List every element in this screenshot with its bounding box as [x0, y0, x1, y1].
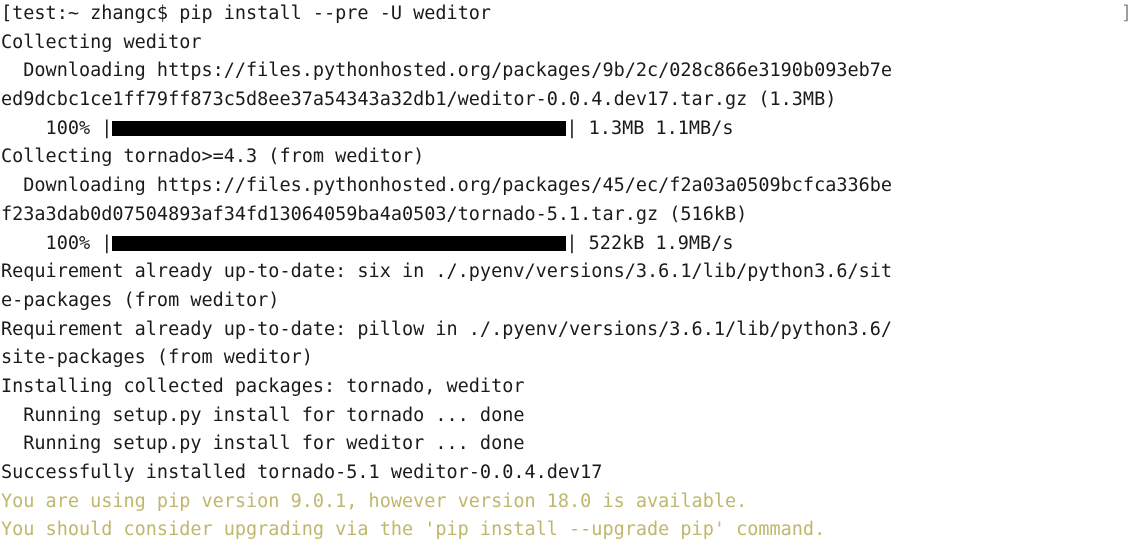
progress-bar-tornado: 100% | | 522kB 1.9MB/s — [1, 230, 1134, 259]
progress-close-tornado: | — [566, 232, 578, 254]
progress-stats-weditor: 1.3MB 1.1MB/s — [577, 117, 734, 139]
terminal-line-requirement-six-2: e-packages (from weditor) — [1, 289, 280, 311]
terminal-line-requirement-six-1: Requirement already up-to-date: six in .… — [1, 261, 893, 283]
progress-stats-tornado: 522kB 1.9MB/s — [577, 232, 734, 254]
terminal-line-pip-upgrade-hint: You should consider upgrading via the 'p… — [1, 519, 826, 540]
progress-percent-tornado: 100% | — [1, 232, 113, 254]
progress-fill-weditor — [112, 120, 567, 136]
progress-percent-weditor: 100% | — [1, 117, 113, 139]
terminal-line-collecting-weditor: Collecting weditor — [1, 31, 202, 53]
terminal-line-running-setup-tornado: Running setup.py install for tornado ...… — [1, 404, 525, 426]
terminal-line-pip-version-warning: You are using pip version 9.0.1, however… — [1, 490, 748, 512]
terminal-line-requirement-pillow-1: Requirement already up-to-date: pillow i… — [1, 318, 893, 340]
progress-fill-tornado — [112, 235, 567, 251]
terminal-line-prompt: [test:~ zhangc$ pip install --pre -U wed… — [1, 3, 492, 24]
terminal-line-downloading-tornado-url-2: f23a3dab0d07504893af34fd13064059ba4a0503… — [1, 203, 748, 225]
terminal-line-successfully-installed: Successfully installed tornado-5.1 wedit… — [1, 462, 603, 483]
terminal-line-running-setup-weditor: Running setup.py install for weditor ...… — [1, 433, 525, 455]
right-edge-marker: ] — [1120, 3, 1132, 24]
terminal-screen: [test:~ zhangc$ pip install --pre -U wed… — [0, 0, 1134, 540]
terminal-line-collecting-tornado: Collecting tornado>=4.3 (from weditor) — [1, 146, 425, 168]
terminal-line-downloading-tornado-url-1: Downloading https://files.pythonhosted.o… — [1, 175, 893, 197]
terminal-line-downloading-weditor-url-2: ed9dcbc1ce1ff79ff873c5d8ee37a54343a32db1… — [1, 89, 837, 111]
terminal-line-downloading-weditor-url-1: Downloading https://files.pythonhosted.o… — [1, 60, 893, 82]
progress-bar-weditor: 100% | | 1.3MB 1.1MB/s — [1, 115, 1134, 144]
terminal-line-installing-collected: Installing collected packages: tornado, … — [1, 375, 525, 397]
progress-close-weditor: | — [566, 117, 578, 139]
terminal-window[interactable]: [test:~ zhangc$ pip install --pre -U wed… — [0, 0, 1134, 540]
terminal-line-requirement-pillow-2: site-packages (from weditor) — [1, 347, 313, 369]
